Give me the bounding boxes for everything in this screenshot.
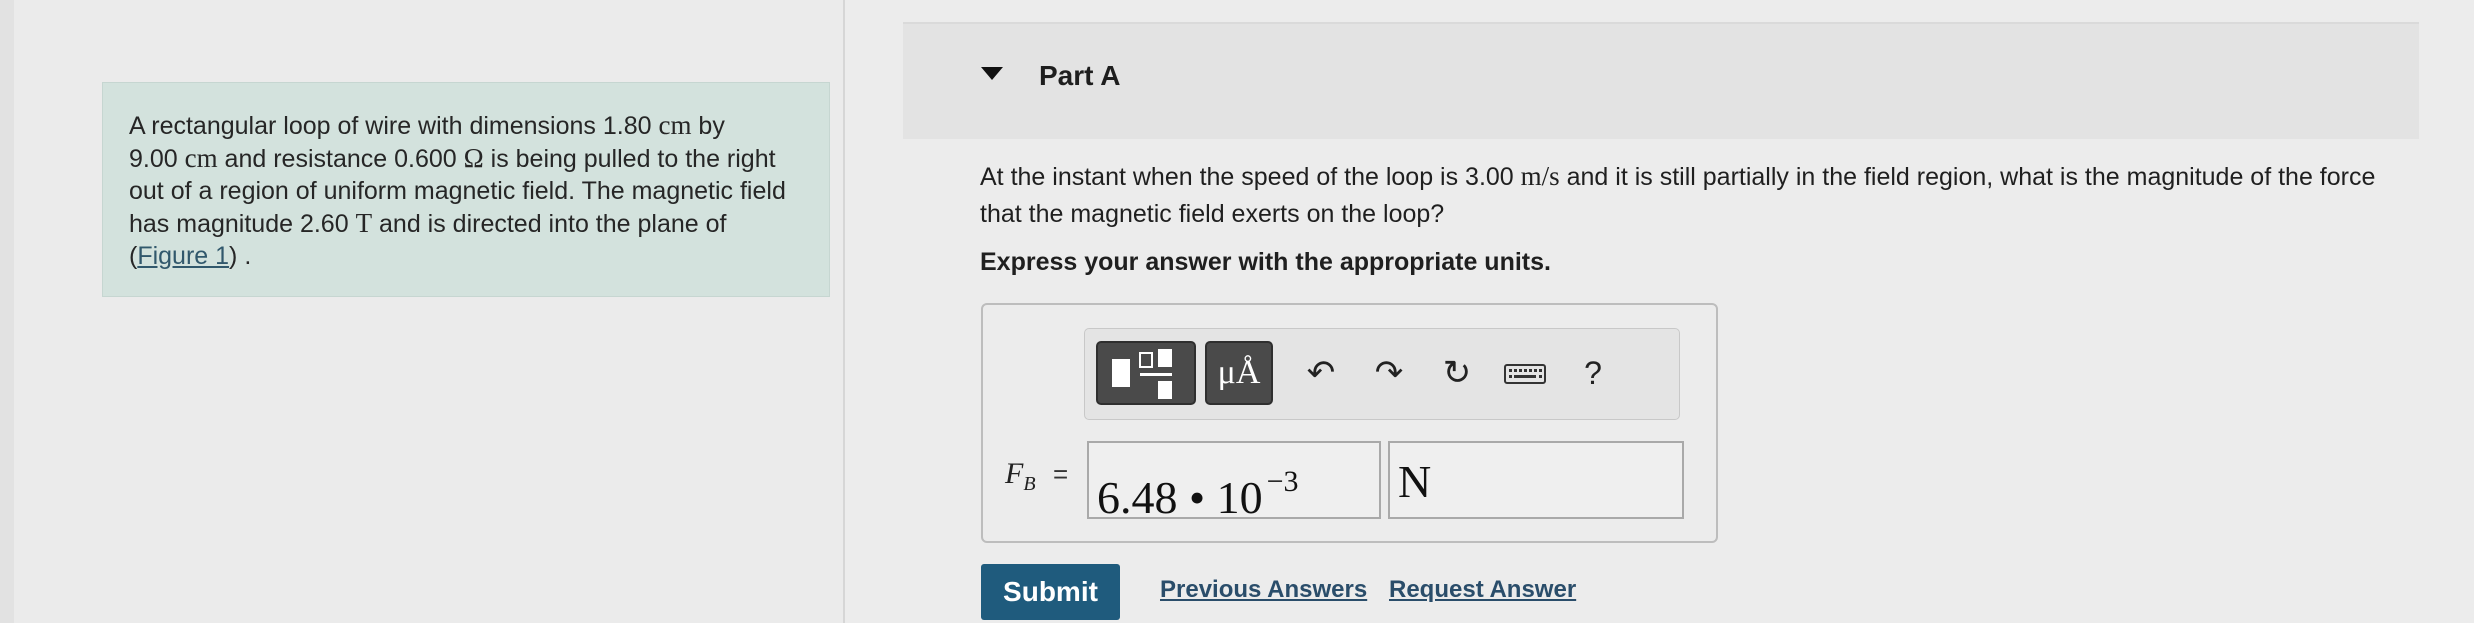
answer-box: μÅ ↶ ↷ ↻ ? FB = 6.48 • 10 −3 N (981, 303, 1718, 543)
reset-icon[interactable]: ↻ (1435, 351, 1479, 395)
variable-subscript: B (1023, 473, 1036, 495)
redo-icon[interactable]: ↷ (1367, 351, 1411, 395)
part-panel: Part A At the instant when the speed of … (847, 0, 2474, 623)
value-exponent: −3 (1266, 465, 1299, 498)
answer-unit-input[interactable]: N (1388, 441, 1684, 519)
unit-speed: m/s (1520, 161, 1560, 191)
unit-cm: cm (658, 110, 692, 140)
unit-ohm: Ω (463, 143, 484, 173)
submit-button[interactable]: Submit (981, 564, 1120, 620)
request-answer-link[interactable]: Request Answer (1389, 576, 1576, 604)
problem-text: ) . (229, 242, 252, 270)
part-a-header[interactable]: Part A (903, 22, 2419, 139)
units-button[interactable]: μÅ (1205, 341, 1273, 405)
answer-variable-label: FB (1005, 457, 1036, 496)
answer-instruction: Express your answer with the appropriate… (980, 248, 1551, 276)
caret-down-icon[interactable] (981, 67, 1003, 80)
question-text: At the instant when the speed of the loo… (980, 158, 2420, 233)
templates-icon (1112, 349, 1172, 399)
unit-cm: cm (184, 143, 218, 173)
variable-symbol: F (1005, 457, 1024, 490)
problem-text: A rectangular loop of wire with dimensio… (129, 112, 659, 140)
keyboard-icon[interactable] (1503, 351, 1547, 395)
problem-text: by (691, 112, 725, 140)
math-toolbar: μÅ ↶ ↷ ↻ ? (1084, 328, 1680, 420)
help-icon[interactable]: ? (1571, 351, 1615, 395)
equals-sign: = (1053, 459, 1069, 489)
problem-text: and resistance 0.600 (217, 145, 464, 173)
question-text-segment: At the instant when the speed of the loo… (980, 163, 1521, 191)
problem-text: 9.00 (129, 145, 185, 173)
value-mantissa: 6.48 • 10 (1097, 472, 1263, 523)
answer-value-input[interactable]: 6.48 • 10 −3 (1087, 441, 1381, 523)
problem-panel: A rectangular loop of wire with dimensio… (0, 0, 845, 623)
figure-1-link[interactable]: Figure 1 (137, 242, 229, 270)
problem-statement: A rectangular loop of wire with dimensio… (102, 82, 830, 297)
unit-tesla: T (355, 208, 373, 238)
previous-answers-link[interactable]: Previous Answers (1160, 576, 1367, 604)
undo-icon[interactable]: ↶ (1299, 351, 1343, 395)
part-title: Part A (1039, 60, 1121, 91)
templates-button[interactable] (1096, 341, 1196, 405)
